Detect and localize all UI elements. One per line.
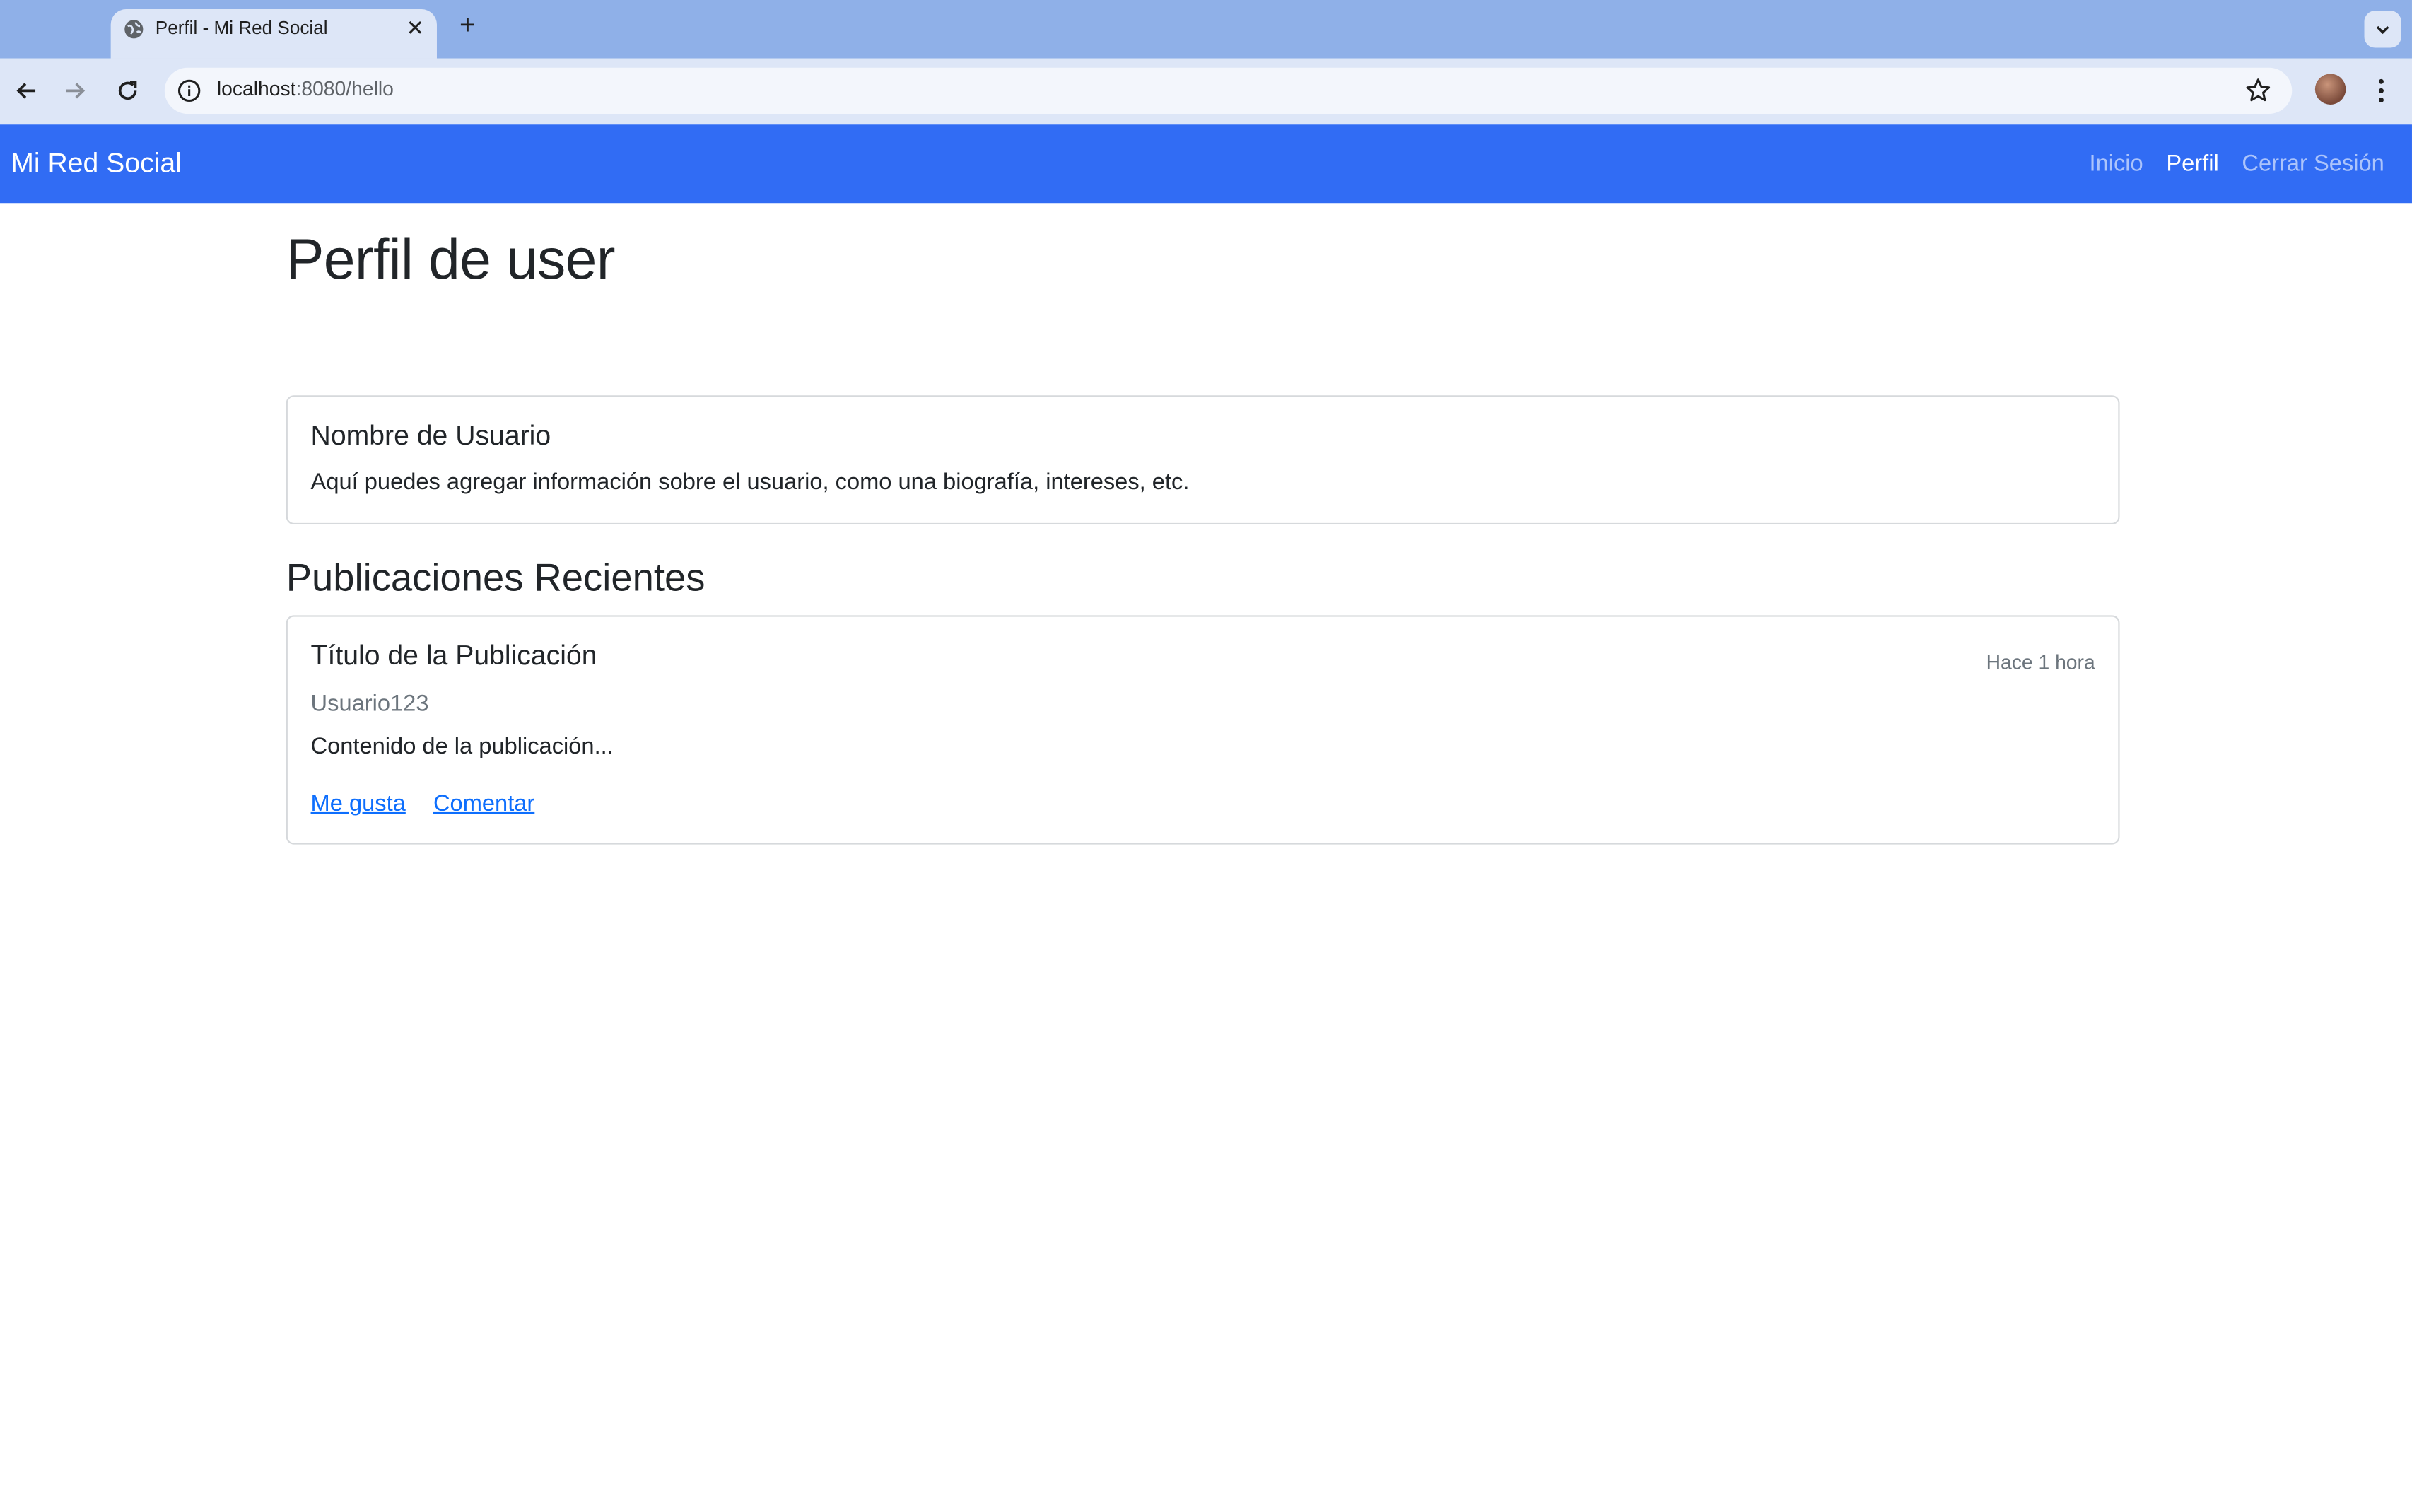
nav-links: Inicio Perfil Cerrar Sesión [2090, 151, 2384, 177]
browser-toolbar: localhost:8080/hello [0, 58, 2412, 125]
info-icon[interactable] [175, 77, 203, 105]
close-icon[interactable]: ✕ [406, 16, 424, 42]
url-path: :8080/hello [295, 76, 394, 100]
tab-title: Perfil - Mi Red Social [155, 16, 328, 39]
post-timestamp: Hace 1 hora [1986, 650, 2095, 674]
plus-icon[interactable]: + [452, 9, 484, 42]
post-card: Título de la Publicación Hace 1 hora Usu… [286, 615, 2120, 845]
post-author: Usuario123 [310, 691, 429, 717]
nav-link-perfil[interactable]: Perfil [2166, 151, 2218, 177]
url-host: localhost [216, 76, 296, 100]
reload-icon[interactable] [109, 72, 146, 109]
chevron-down-icon [2376, 25, 2389, 35]
star-icon[interactable] [2243, 76, 2274, 107]
post-actions: Me gusta Comentar [311, 790, 535, 816]
post-title: Título de la Publicación [310, 640, 597, 671]
avatar[interactable] [2314, 74, 2346, 105]
site-navbar: Mi Red Social Inicio Perfil Cerrar Sesió… [0, 124, 2412, 204]
nav-link-inicio[interactable]: Inicio [2090, 151, 2143, 177]
nav-link-cerrar-sesion[interactable]: Cerrar Sesión [2242, 151, 2384, 177]
address-bar[interactable]: localhost:8080/hello [164, 67, 2293, 115]
like-link[interactable]: Me gusta [311, 790, 406, 816]
profile-bio: Aquí puedes agregar información sobre el… [310, 469, 1190, 496]
url-text[interactable]: localhost:8080/hello [217, 77, 394, 100]
tab-search-button[interactable] [2364, 11, 2401, 48]
brand-link[interactable]: Mi Red Social [11, 148, 182, 180]
back-arrow-icon[interactable] [8, 72, 45, 109]
post-content: Contenido de la publicación... [310, 733, 614, 760]
screen: Perfil - Mi Red Social ✕ + localhost:808… [0, 0, 2412, 1512]
browser-tab-strip: Perfil - Mi Red Social ✕ + [0, 0, 2412, 59]
kebab-menu-icon[interactable] [2366, 74, 2397, 107]
comment-link[interactable]: Comentar [433, 790, 534, 816]
profile-name: Nombre de Usuario [310, 420, 551, 451]
section-title: Publicaciones Recientes [286, 556, 706, 600]
page-title: Perfil de user [286, 228, 616, 291]
browser-tab[interactable]: Perfil - Mi Red Social ✕ [110, 9, 437, 59]
globe-icon [124, 20, 144, 39]
forward-arrow-icon[interactable] [57, 72, 94, 109]
profile-card: Nombre de Usuario Aquí puedes agregar in… [286, 395, 2120, 525]
